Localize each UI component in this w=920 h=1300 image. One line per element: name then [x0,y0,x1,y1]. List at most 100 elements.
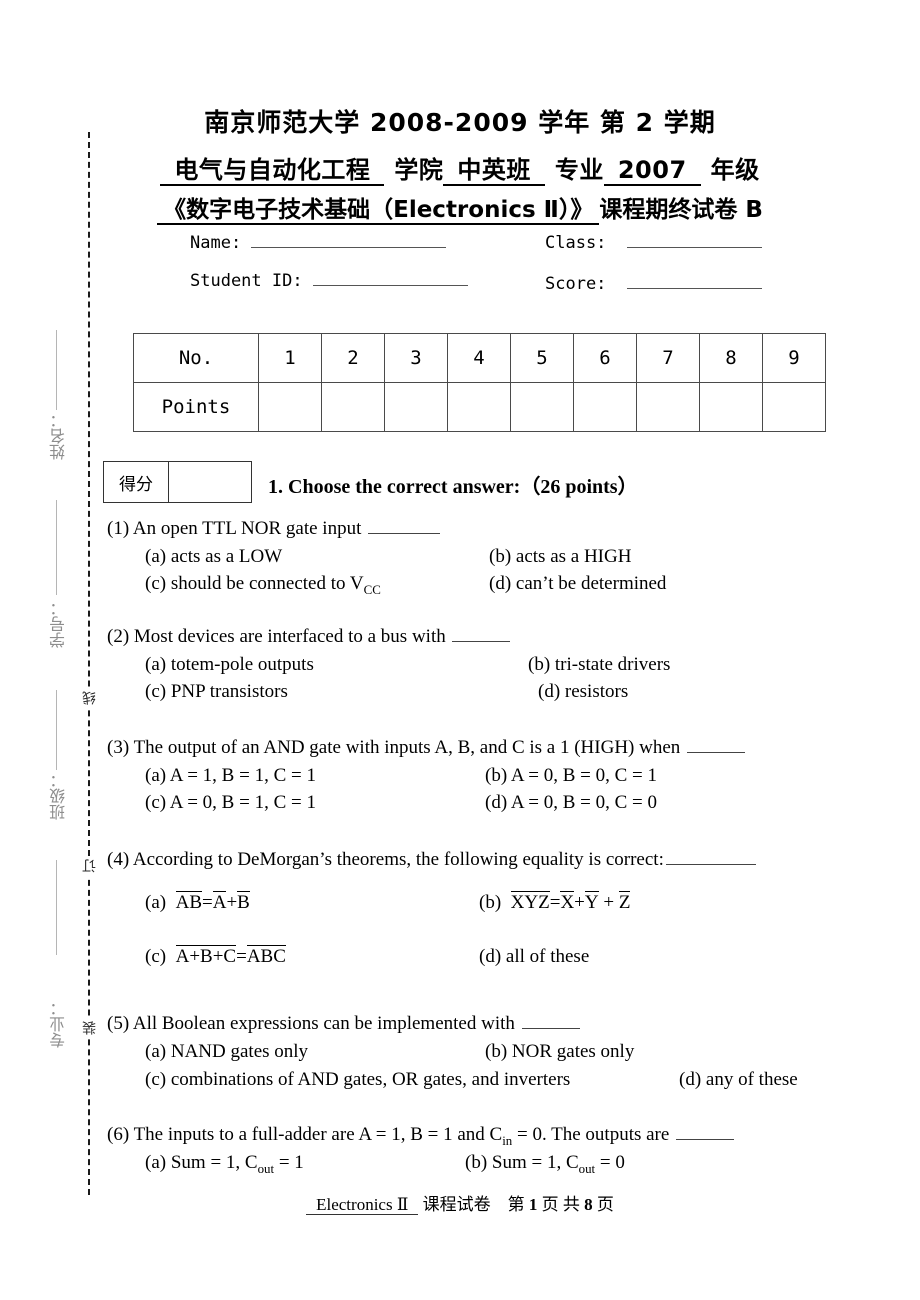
question-1-option-b[interactable]: (b) acts as a HIGH [489,544,631,569]
question-3-number: (3) [107,737,130,758]
option-text: A = 0, B = 0, C = 1 [510,765,658,786]
option-key: (d) [479,946,502,967]
class-label: Class: [545,233,607,253]
name-field[interactable] [251,231,447,248]
option-key: (b) [479,892,502,913]
question-1-number: (1) [107,518,130,539]
question-3-option-a[interactable]: (a) A = 1, B = 1, C = 1 [145,763,316,788]
option-key: (a) [145,1041,167,1062]
header-major: 中英班 [443,156,545,186]
footer-page-total: 8 [584,1195,593,1214]
score-table-points-2[interactable] [321,382,385,432]
question-4-option-d[interactable]: (d) all of these [479,944,589,969]
formula-c-term2: B [260,945,274,967]
question-1-option-a[interactable]: (a) acts as a LOW [145,544,282,569]
table-row-numbers: No. 1 2 3 4 5 6 7 8 9 [133,333,826,383]
identity-row-name: Name: Class: [190,231,810,253]
student-id-field[interactable] [312,269,468,286]
option-key: (c) [145,1069,167,1090]
question-1-answer-blank[interactable] [368,519,441,534]
option-key: (a) [145,892,167,913]
score-table-points-3[interactable] [384,382,448,432]
page-title-line3: 《数字电子技术基础（Electronics Ⅱ）》 课程期终试卷 B [0,190,920,225]
score-table-points-7[interactable] [636,382,700,432]
formula-b-term2: Y [584,891,599,913]
option-text: combinations of AND gates, OR gates, and… [170,1069,571,1090]
option-key: (b) [489,546,512,567]
question-1-option-d[interactable]: (d) can’t be determined [489,571,666,596]
score-table-points-4[interactable] [447,382,511,432]
table-row-points: Points [133,382,826,432]
score-table-num-7: 7 [636,333,700,383]
question-3-stem: (3) The output of an AND gate with input… [107,735,747,760]
score-table-points-8[interactable] [699,382,763,432]
score-table-points-6[interactable] [573,382,637,432]
option-text: can’t be determined [515,573,667,594]
score-table-points-9[interactable] [762,382,826,432]
option-key: (d) [485,792,508,813]
question-1-option-c[interactable]: (c) should be connected to VCC [145,571,381,602]
question-5-answer-blank[interactable] [521,1014,580,1029]
score-field[interactable] [626,272,762,289]
question-3-text: The output of an AND gate with inputs A,… [133,737,681,758]
identity-row-studentid: Student ID: Score: [190,269,810,294]
question-2-option-c[interactable]: (c) PNP transistors [145,679,288,704]
header-course-title: 《数字电子技术基础（Electronics Ⅱ）》 [157,197,600,225]
question-5-option-b[interactable]: (b) NOR gates only [485,1039,634,1064]
seal-label-studentid: 学号： [51,600,68,648]
formula-a-lhs: AB [175,891,202,913]
question-6-answer-blank[interactable] [676,1125,735,1140]
question-5-option-a[interactable]: (a) NAND gates only [145,1039,308,1064]
score-table-points-1[interactable] [258,382,322,432]
defen-value-field[interactable] [169,462,251,502]
option-text: Sum = 1, C [170,1152,258,1173]
question-6-option-a[interactable]: (a) Sum = 1, Cout = 1 [145,1150,304,1181]
question-6-option-b[interactable]: (b) Sum = 1, Cout = 0 [465,1150,625,1181]
question-2-option-d[interactable]: (d) resistors [538,679,628,704]
question-2-option-a[interactable]: (a) totem-pole outputs [145,652,314,677]
question-5-option-d[interactable]: (d) any of these [679,1067,798,1092]
question-2-number: (2) [107,626,130,647]
option-text: acts as a LOW [170,546,283,567]
question-3-option-d[interactable]: (d) A = 0, B = 0, C = 0 [485,790,657,815]
score-table-num-6: 6 [573,333,637,383]
header-department-suffix: 学院 [394,156,444,184]
formula-c-lhs: A+B+C [175,945,237,967]
option-key: (c) [145,792,167,813]
student-id-label: Student ID: [190,271,303,291]
question-4-option-b[interactable]: (b) XYZ=X+Y + Z [479,890,631,915]
formula-a-term2: B [237,891,250,913]
header-department: 电气与自动化工程 [160,156,385,186]
seal-label-class: 班级： [51,772,68,820]
question-4-option-c[interactable]: (c) A+B+C=ABC [145,944,286,969]
score-table-points-5[interactable] [510,382,574,432]
question-4-text: According to DeMorgan’s theorems, the fo… [132,849,664,870]
question-5-text: All Boolean expressions can be implement… [132,1013,515,1034]
seal-rule-1 [56,330,57,410]
option-subscript: out [257,1160,275,1176]
seal-rule-3 [56,690,57,770]
question-1-stem: (1) An open TTL NOR gate input [107,516,442,541]
option-key: (b) [485,1041,508,1062]
defen-box: 得分 [103,461,252,503]
question-3-option-c[interactable]: (c) A = 0, B = 1, C = 1 [145,790,316,815]
question-2-option-b[interactable]: (b) tri-state drivers [528,652,670,677]
option-subscript: CC [363,581,381,597]
exam-page: 姓名： 学号： 班级： 专业： 线 订 装 南京师范大学 2008-2009 学… [0,0,920,1300]
question-3-option-b[interactable]: (b) A = 0, B = 0, C = 1 [485,763,657,788]
question-2-answer-blank[interactable] [452,627,511,642]
class-field[interactable] [626,231,762,248]
header-year: 2007 [603,156,701,186]
section-title-1: 1. Choose the correct answer:（26 points） [268,476,638,498]
question-3-answer-blank[interactable] [687,738,746,753]
formula-b-plus2: + [603,892,615,913]
seal-mark-ding: 订 [81,856,101,876]
header-course-suffix: 课程期终试卷 B [599,197,763,223]
question-5-option-c[interactable]: (c) combinations of AND gates, OR gates,… [145,1067,570,1092]
option-text: tri-state drivers [554,654,671,675]
question-4-option-a[interactable]: (a) AB=A+B [145,890,250,915]
question-4-answer-blank[interactable] [665,850,756,865]
identity-score-group: Score: [545,272,762,294]
seal-label-major: 专业： [51,1000,68,1048]
option-text: resistors [564,681,629,702]
